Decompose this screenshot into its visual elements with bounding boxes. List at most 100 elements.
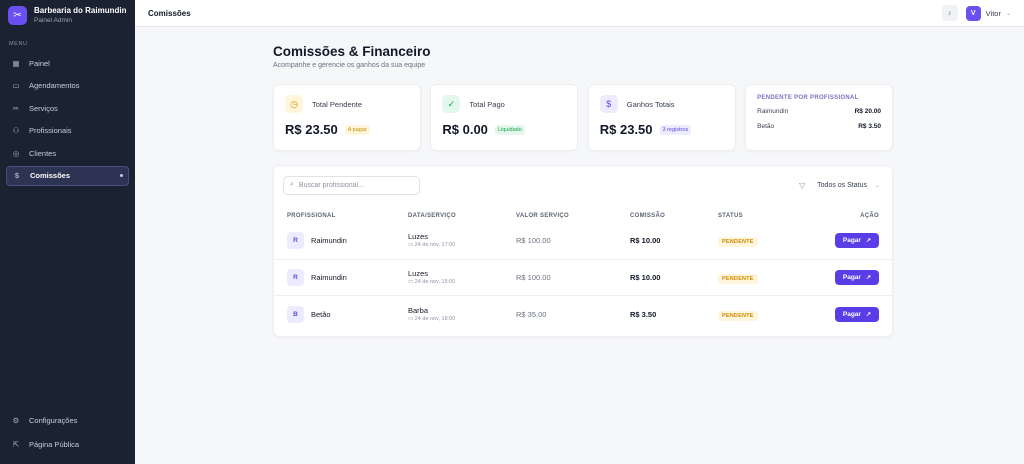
summary-cards: ◷ Total Pendente R$ 23.50 A pagar ✓ Tota… — [273, 84, 893, 151]
pending-row: Raimundin R$ 20.00 — [757, 108, 881, 115]
pending-name: Betão — [757, 123, 775, 130]
content: Comissões & Financeiro Acompanhe e geren… — [135, 27, 1024, 337]
users-icon: ⚇ — [12, 126, 20, 136]
sidebar-item-profissionais[interactable]: ⚇ Profissionais — [6, 121, 129, 141]
sidebar-item-pagina-publica[interactable]: ⇱ Página Pública — [6, 434, 129, 454]
commission-value: R$ 10.00 — [630, 272, 661, 282]
brand-subtitle: Painel Admin — [34, 17, 72, 24]
card-title: PENDENTE POR PROFISSIONAL — [757, 95, 859, 101]
service-value: R$ 100.00 — [516, 272, 551, 282]
sidebar-item-clientes[interactable]: ◎ Clientes — [6, 143, 129, 163]
calendar-icon: ▭ — [408, 242, 414, 249]
avatar: R — [287, 232, 304, 250]
check-circle-icon: ✓ — [442, 95, 461, 113]
calendar-icon: ▭ — [408, 278, 414, 285]
menu-label: MENU — [9, 41, 28, 47]
dollar-icon: $ — [599, 95, 618, 113]
card-value: R$ 0.00 — [442, 122, 488, 137]
bell-icon[interactable]: ♪ — [941, 5, 958, 21]
scissors-logo-icon: ✂ — [8, 6, 27, 25]
card-label: Total Pendente — [312, 99, 363, 109]
service-value: R$ 35.00 — [516, 309, 547, 319]
commission-value: R$ 3.50 — [630, 309, 657, 319]
commissions-table: ⌕ ▽ Todos os Status ⌄ PROFISSIONAL DATA/… — [273, 165, 893, 337]
header-status: STATUS — [718, 213, 743, 219]
pay-button-label: Pagar — [842, 237, 861, 245]
pending-value: R$ 20.00 — [854, 108, 881, 115]
sidebar-item-painel[interactable]: ▦ Painel — [6, 53, 129, 73]
pay-button[interactable]: Pagar ↗ — [834, 233, 879, 249]
search-icon: ⌕ — [290, 181, 294, 188]
app: ✂ Barbearia do Raimundin Painel Admin ME… — [0, 0, 1024, 464]
brand[interactable]: ✂ Barbearia do Raimundin Painel Admin — [0, 0, 135, 31]
arrow-up-right-icon: ↗ — [865, 238, 871, 245]
service-name: Luzes — [408, 232, 429, 242]
service-name: Barba — [408, 305, 429, 315]
card-chip: A pagar — [344, 124, 370, 135]
card-total-pending: ◷ Total Pendente R$ 23.50 A pagar — [273, 84, 421, 151]
sidebar-item-agendamentos[interactable]: ▭ Agendamentos — [6, 76, 129, 96]
topbar: Comissões ♪ V Vitor ⌄ — [135, 0, 1024, 27]
card-chip: 3 registros — [659, 124, 692, 135]
pending-row: Betão R$ 3.50 — [757, 123, 881, 130]
calendar-icon: ▭ — [12, 81, 20, 91]
page-subtitle: Acompanhe e gerencie os ganhos da sua eq… — [273, 62, 426, 69]
card-value: R$ 23.50 — [285, 122, 338, 137]
table-row: R Raimundin Luzes ▭ 24 de nov, 15:00 R$ … — [274, 260, 892, 296]
card-label: Total Pago — [469, 99, 505, 109]
status-badge: PENDENTE — [718, 273, 758, 284]
service-date: ▭ 24 de nov, 18:00 — [408, 315, 516, 323]
avatar: R — [287, 268, 304, 286]
sidebar-item-configuracoes[interactable]: ⚙ Configurações — [6, 410, 129, 430]
gear-icon: ⚙ — [12, 415, 20, 425]
main: Comissões ♪ V Vitor ⌄ Comissões & Financ… — [135, 0, 1024, 464]
card-pending-by-professional: PENDENTE POR PROFISSIONAL Raimundin R$ 2… — [745, 84, 893, 151]
search-box[interactable]: ⌕ — [283, 175, 420, 195]
sidebar-item-comissoes[interactable]: $ Comissões — [6, 165, 129, 186]
service-date-text: 24 de nov, 18:00 — [414, 315, 456, 322]
professional-name: Raimundin — [311, 272, 347, 282]
header-profissional: PROFISSIONAL — [287, 213, 336, 219]
commission-value: R$ 10.00 — [630, 236, 661, 246]
sidebar-item-label: Painel — [29, 58, 50, 68]
sidebar-item-label: Página Pública — [29, 439, 80, 449]
dollar-icon: $ — [14, 171, 20, 181]
header-data-servico: DATA/SERVIÇO — [408, 213, 456, 219]
calendar-icon: ▭ — [408, 315, 414, 322]
table-toolbar: ⌕ ▽ Todos os Status ⌄ — [274, 166, 892, 195]
pay-button[interactable]: Pagar ↗ — [834, 269, 879, 285]
status-badge: PENDENTE — [718, 310, 758, 321]
sidebar-item-label: Configurações — [29, 415, 78, 425]
pay-button-label: Pagar — [842, 273, 861, 281]
search-input[interactable] — [298, 181, 409, 189]
service-date: ▭ 24 de nov, 17:00 — [408, 241, 516, 249]
sidebar-item-label: Serviços — [29, 103, 58, 113]
user-circle-icon: ◎ — [12, 148, 20, 158]
chevron-down-icon[interactable]: ⌄ — [1006, 10, 1011, 17]
status-select[interactable]: Todos os Status ⌄ — [817, 182, 880, 189]
card-total-paid: ✓ Total Pago R$ 0.00 Liquidado — [430, 84, 579, 151]
arrow-up-right-icon: ↗ — [865, 274, 871, 281]
user-name[interactable]: Vitor — [986, 9, 1001, 18]
table-header: PROFISSIONAL DATA/SERVIÇO VALOR SERVIÇO … — [274, 209, 892, 223]
sidebar-bottom: ⚙ Configurações ⇱ Página Pública — [0, 410, 135, 458]
filter-icon[interactable]: ▽ — [799, 181, 805, 190]
active-indicator — [120, 174, 123, 178]
table-row: R Raimundin Luzes ▭ 24 de nov, 17:00 R$ … — [274, 223, 892, 260]
service-date: ▭ 24 de nov, 15:00 — [408, 278, 516, 286]
grid-icon: ▦ — [12, 58, 20, 68]
sidebar-item-label: Clientes — [29, 148, 57, 158]
service-name: Luzes — [408, 268, 429, 278]
header-acao: AÇÃO — [860, 213, 879, 219]
sidebar: ✂ Barbearia do Raimundin Painel Admin ME… — [0, 0, 135, 464]
card-value: R$ 23.50 — [599, 122, 653, 137]
pending-value: R$ 3.50 — [858, 123, 881, 130]
scissors-icon: ✂ — [12, 103, 20, 113]
header-comissao: COMISSÃO — [630, 213, 666, 219]
page-title: Comissões & Financeiro — [273, 44, 431, 59]
pay-button[interactable]: Pagar ↗ — [834, 306, 879, 322]
avatar[interactable]: V — [965, 5, 981, 21]
sidebar-item-servicos[interactable]: ✂ Serviços — [6, 98, 129, 118]
topbar-right: ♪ V Vitor ⌄ — [941, 5, 1011, 21]
clock-icon: ◷ — [285, 95, 303, 113]
